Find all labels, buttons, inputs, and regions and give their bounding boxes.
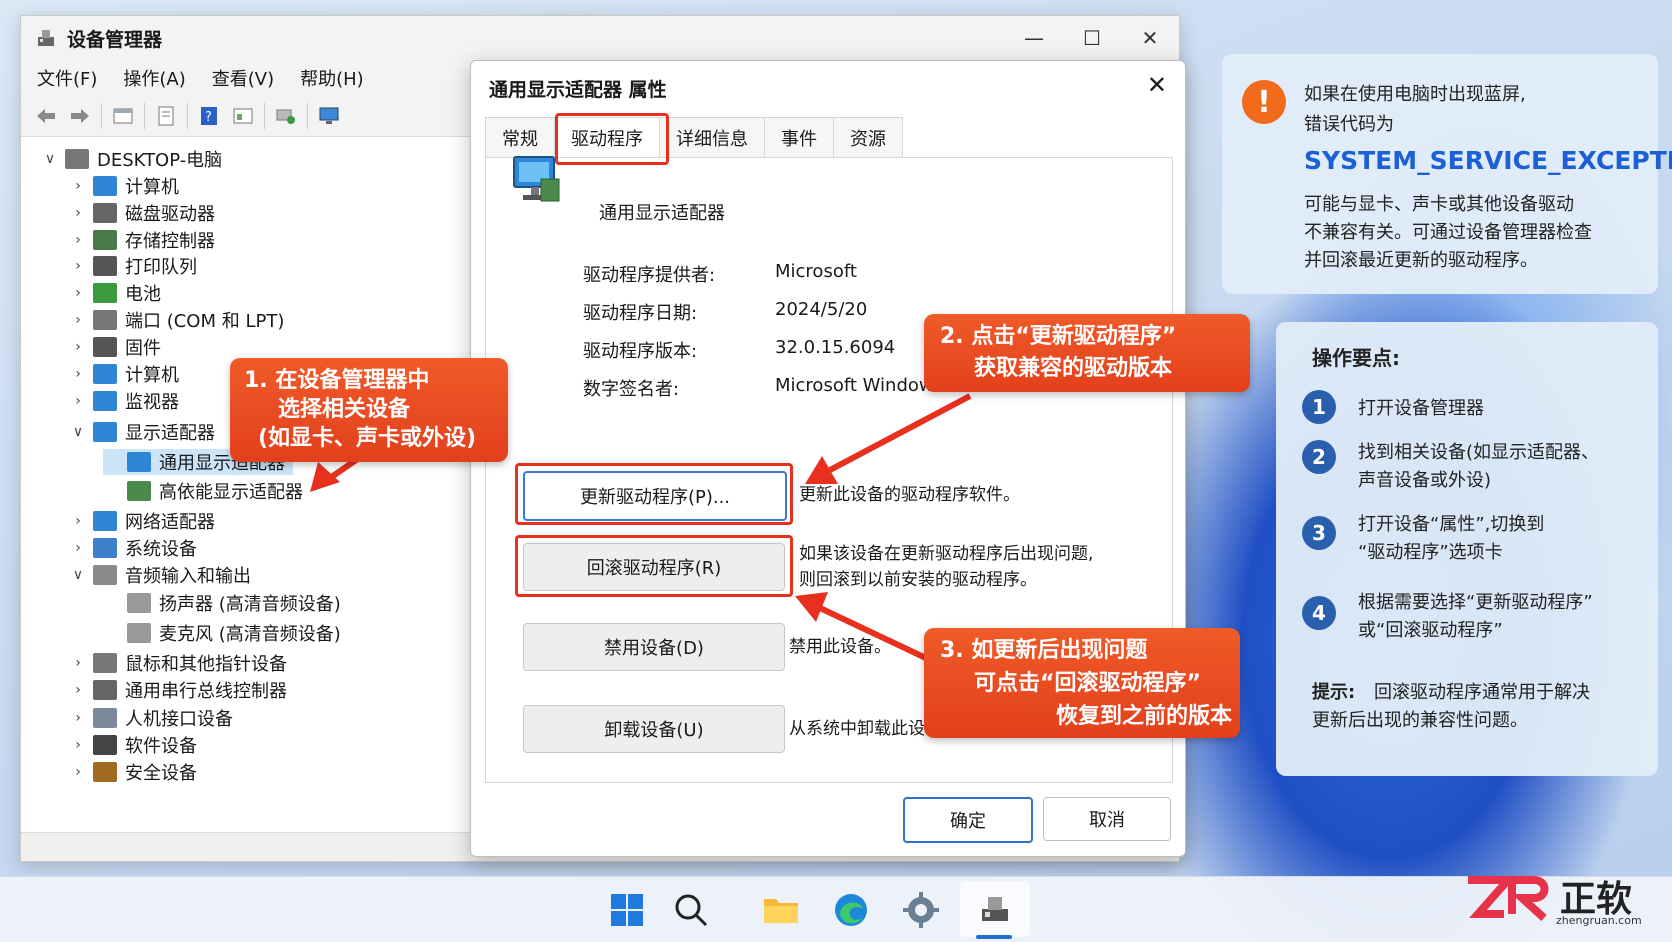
tip-line-1: 回滚驱动程序通常用于解决 — [1374, 682, 1590, 703]
warning-desc-2: 不兼容有关。可通过设备管理器检查 — [1304, 222, 1592, 243]
callout-line: 获取兼容的驱动版本 — [974, 356, 1173, 381]
callout-step-1: 1. 在设备管理器中 选择相关设备 (如显卡、声卡或外设) — [230, 358, 508, 462]
step-text: 或“回滚驱动程序” — [1358, 620, 1503, 641]
step-text: 打开设备管理器 — [1358, 398, 1484, 419]
callout-line: 3. 如更新后出现问题 — [940, 638, 1148, 663]
error-code: SYSTEM_SERVICE_EXCEPTION — [1304, 146, 1672, 175]
step-number: 1 — [1302, 390, 1336, 424]
warning-line-2: 错误代码为 — [1304, 114, 1394, 135]
windows-start-icon[interactable] — [608, 891, 646, 929]
active-indicator — [976, 935, 1012, 939]
device-manager-taskbar-icon[interactable] — [976, 891, 1014, 929]
edge-browser-icon[interactable] — [832, 891, 870, 929]
callout-line: 可点击“回滚驱动程序” — [974, 671, 1201, 696]
settings-gear-icon[interactable] — [902, 891, 940, 929]
warning-desc-1: 可能与显卡、声卡或其他设备驱动 — [1304, 194, 1574, 215]
warning-desc-3: 并回滚最近更新的驱动程序。 — [1304, 250, 1538, 271]
callout-step-2: 2. 点击“更新驱动程序” 获取兼容的驱动版本 — [924, 314, 1250, 392]
warning-icon: ! — [1242, 80, 1286, 124]
step-text: 声音设备或外设) — [1358, 470, 1492, 491]
warning-line-1: 如果在使用电脑时出现蓝屏, — [1304, 84, 1526, 105]
arrow-to-rollback — [795, 592, 932, 663]
taskbar — [0, 876, 1672, 942]
callout-line: 1. 在设备管理器中 — [244, 368, 430, 393]
step-text: 根据需要选择“更新驱动程序” — [1358, 592, 1593, 613]
step-text: “驱动程序”选项卡 — [1358, 542, 1503, 563]
step-number: 3 — [1302, 516, 1336, 550]
step-text: 找到相关设备(如显示适配器、 — [1358, 442, 1600, 463]
callout-line: 选择相关设备 — [278, 397, 411, 422]
callout-step-3: 3. 如更新后出现问题 可点击“回滚驱动程序” 恢复到之前的版本 — [924, 628, 1240, 738]
tip-label: 提示: — [1312, 682, 1356, 703]
tip-line-2: 更新后出现的兼容性问题。 — [1312, 710, 1528, 731]
callout-line: 恢复到之前的版本 — [1056, 704, 1233, 729]
steps-panel: 操作要点: 1 打开设备管理器 2 找到相关设备(如显示适配器、 声音设备或外设… — [1276, 322, 1658, 776]
callout-line: (如显卡、声卡或外设) — [258, 426, 477, 451]
steps-title: 操作要点: — [1312, 346, 1400, 370]
brand-url: zhengruan.com — [1556, 914, 1642, 927]
callout-line: 2. 点击“更新驱动程序” — [940, 324, 1177, 349]
arrow-to-update — [805, 393, 972, 484]
warning-panel: ! 如果在使用电脑时出现蓝屏, 错误代码为 SYSTEM_SERVICE_EXC… — [1222, 54, 1672, 294]
file-explorer-icon[interactable] — [762, 891, 800, 929]
step-number: 2 — [1302, 440, 1336, 474]
brand-watermark: 正软 zhengruan.com — [1464, 870, 1654, 932]
step-text: 打开设备“属性”,切换到 — [1358, 514, 1545, 535]
search-icon[interactable] — [672, 891, 710, 929]
zr-logo-icon — [1468, 876, 1549, 921]
step-number: 4 — [1302, 596, 1336, 630]
